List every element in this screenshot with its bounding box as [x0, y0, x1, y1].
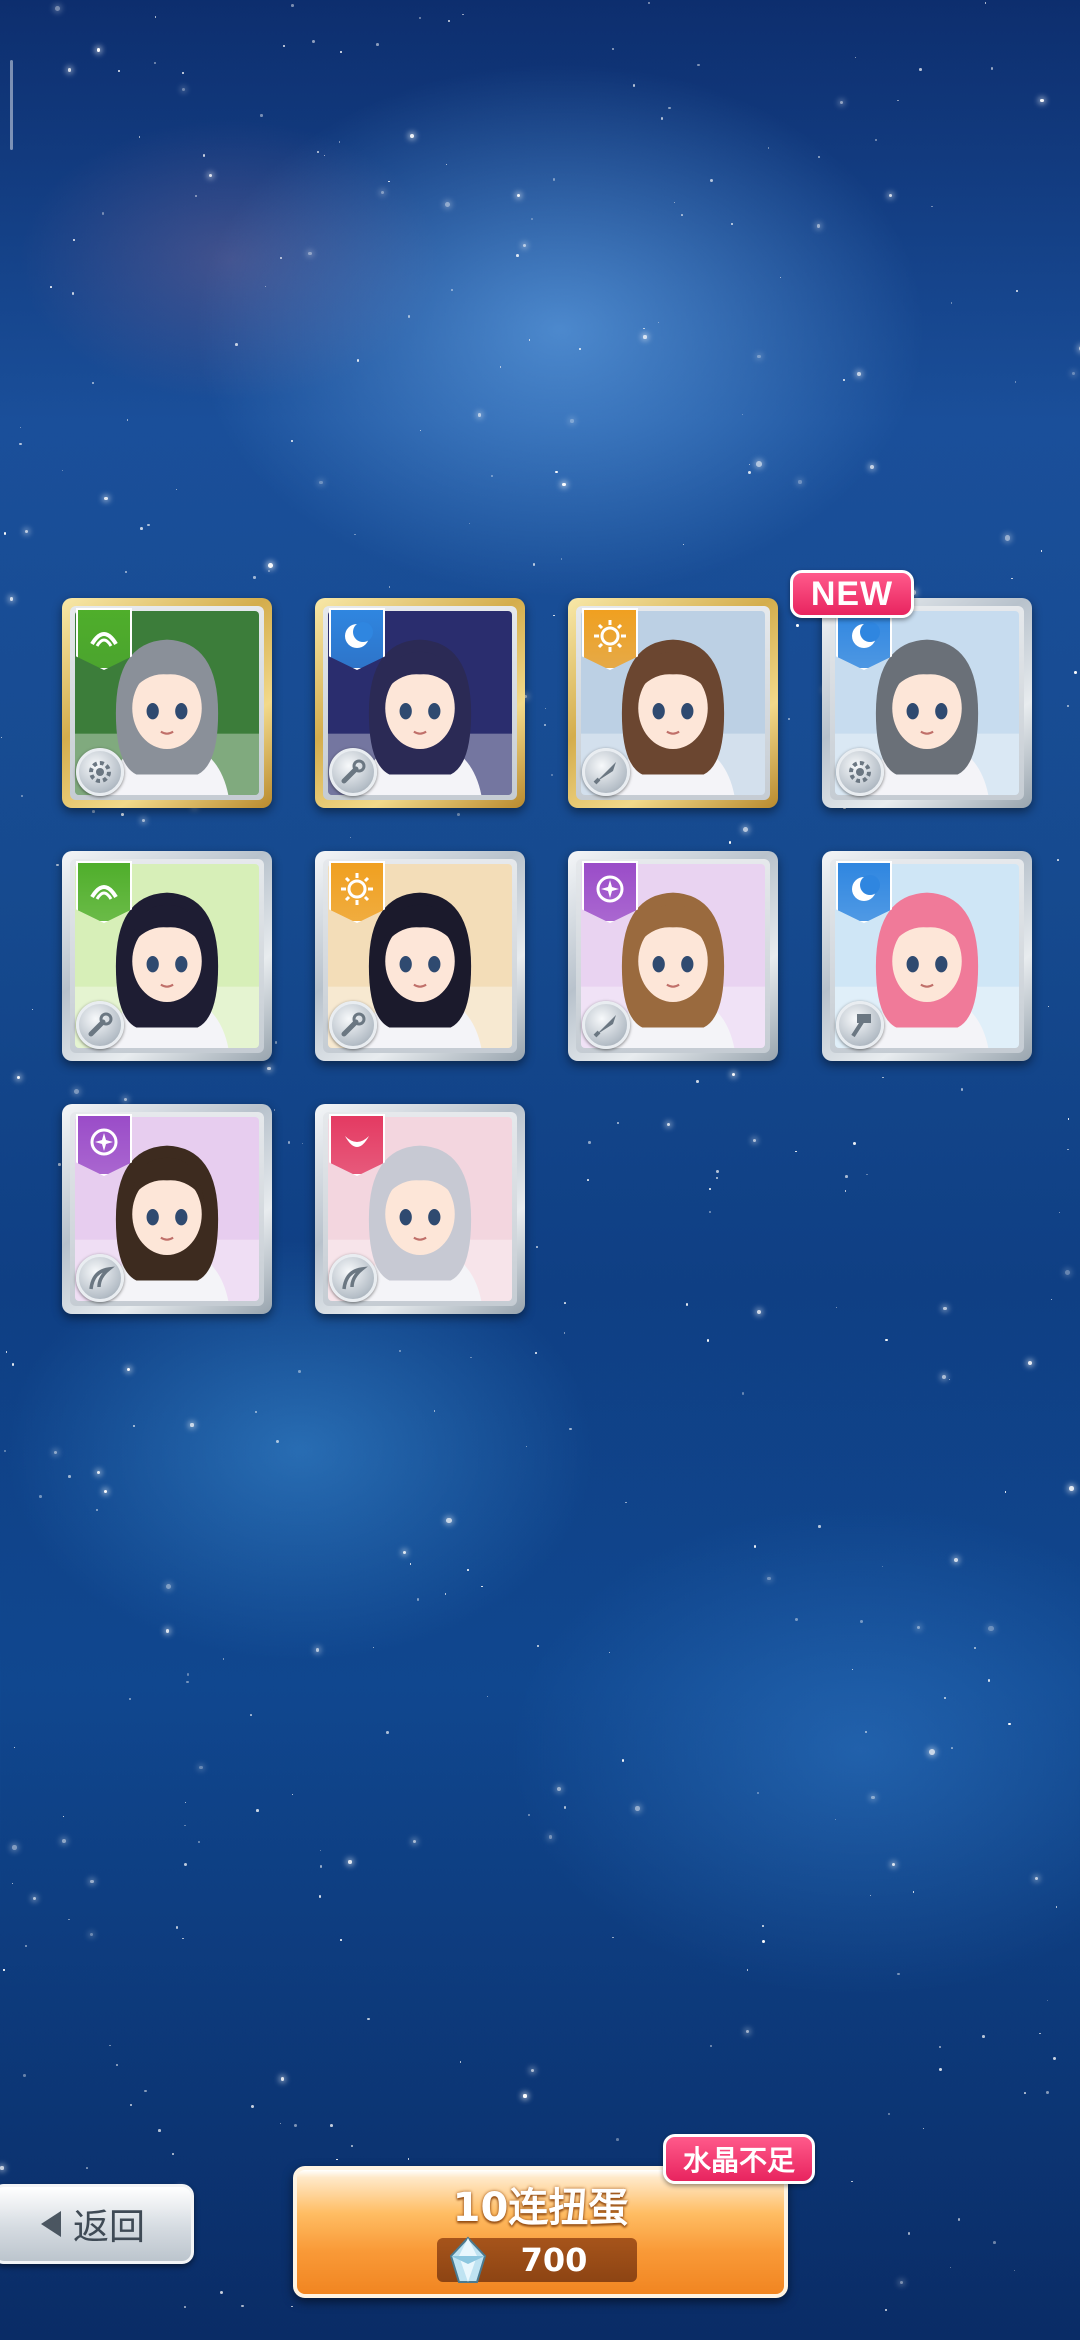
card-frame: [576, 859, 770, 1053]
gacha-cost-value: 700: [520, 2241, 588, 2279]
sun-icon: [341, 873, 373, 905]
character-card[interactable]: [315, 1104, 525, 1314]
weapon-badge: [76, 1001, 124, 1049]
weapon-badge: [329, 1001, 377, 1049]
card-frame: [323, 1112, 517, 1306]
gear-icon: [849, 761, 871, 783]
weapon-badge: [582, 748, 630, 796]
card-frame: [70, 606, 264, 800]
gacha-button-label: 10连扭蛋: [452, 2185, 629, 2231]
card-frame: [323, 606, 517, 800]
weapon-badge: [582, 1001, 630, 1049]
gear-icon: [89, 761, 111, 783]
hammer-icon: [851, 1014, 871, 1038]
insufficient-crystals-badge: 水晶不足: [663, 2134, 815, 2184]
card-frame: [323, 859, 517, 1053]
whip-icon: [89, 1266, 115, 1290]
weapon-badge: [329, 1254, 377, 1302]
card-frame: [830, 606, 1024, 800]
card-frame: [830, 859, 1024, 1053]
moon-icon: [852, 622, 880, 648]
weapon-badge: [836, 1001, 884, 1049]
character-card[interactable]: [822, 598, 1032, 808]
whip-icon: [342, 1266, 368, 1290]
character-card[interactable]: [315, 598, 525, 808]
wrench-icon: [88, 1012, 113, 1037]
card-frame: [576, 606, 770, 800]
card-frame: [70, 859, 264, 1053]
new-badge: NEW: [790, 570, 914, 618]
sparkle-icon: [596, 875, 624, 903]
crystal-icon: [449, 2236, 487, 2283]
character-card[interactable]: [568, 598, 778, 808]
weapon-badge: [329, 748, 377, 796]
card-frame: [70, 1112, 264, 1306]
weapon-badge: [76, 1254, 124, 1302]
character-card[interactable]: [62, 598, 272, 808]
wind-icon: [90, 885, 118, 900]
back-button[interactable]: 返回: [0, 2184, 194, 2264]
character-card[interactable]: [315, 851, 525, 1061]
wind-icon: [90, 632, 118, 647]
weapon-badge: [836, 748, 884, 796]
back-button-label: 返回: [72, 2207, 145, 2248]
character-card[interactable]: [568, 851, 778, 1061]
drill-icon: [593, 762, 616, 785]
moon-icon: [852, 875, 880, 901]
crescent-icon: [345, 1136, 369, 1147]
wrench-icon: [341, 759, 366, 784]
edge-indicator: [10, 60, 13, 150]
sparkle-icon: [90, 1128, 118, 1156]
sun-icon: [594, 620, 626, 652]
wrench-icon: [341, 1012, 366, 1037]
character-card[interactable]: [62, 851, 272, 1061]
weapon-badge: [76, 748, 124, 796]
moon-icon: [345, 622, 373, 648]
character-card[interactable]: [62, 1104, 272, 1314]
drill-icon: [593, 1015, 616, 1038]
ten-pull-gacha-button[interactable]: 10连扭蛋 700: [293, 2166, 788, 2298]
character-card[interactable]: [822, 851, 1032, 1061]
back-arrow-icon: [40, 2211, 61, 2237]
